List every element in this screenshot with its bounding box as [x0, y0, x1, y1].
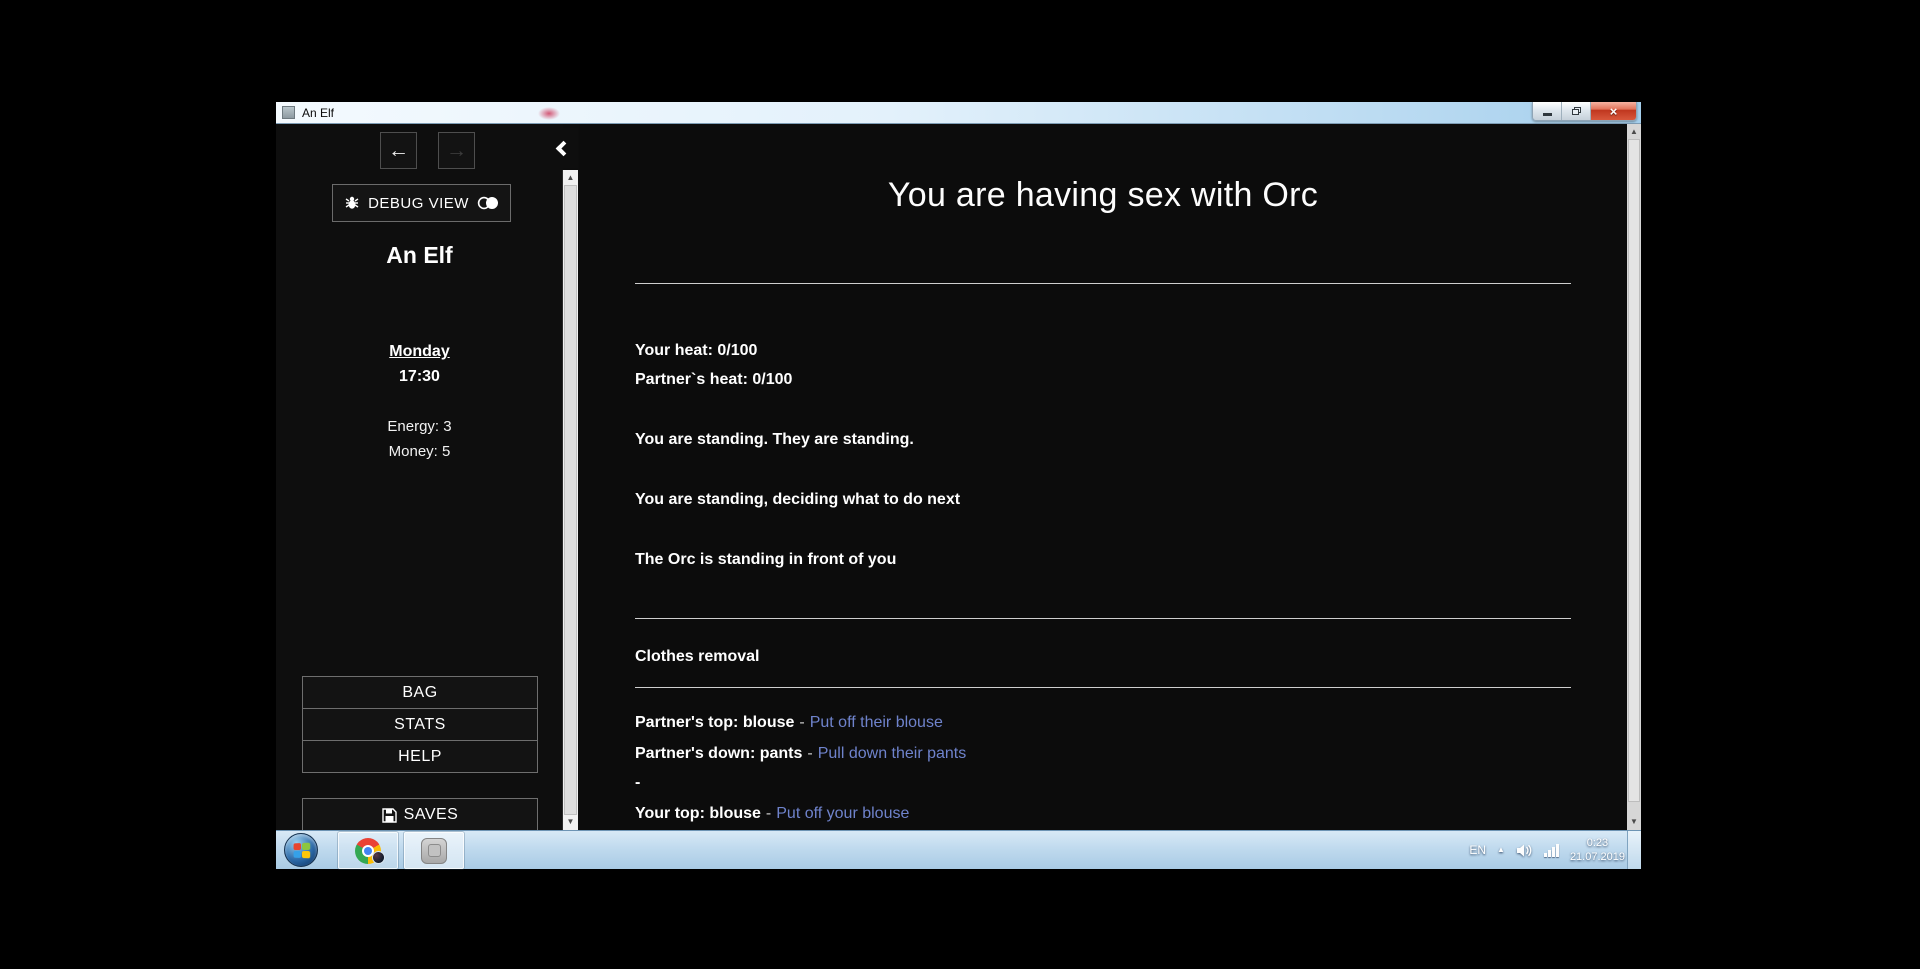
taskbar-app-button[interactable]: [404, 832, 464, 869]
app-window: An Elf × ← →: [276, 102, 1641, 869]
bag-button-label: BAG: [402, 684, 437, 702]
partner-position-line: The Orc is standing in front of you: [635, 551, 1571, 569]
action-link[interactable]: Put off your blouse: [776, 805, 909, 822]
app-icon: [421, 838, 447, 864]
show-desktop-button[interactable]: [1627, 831, 1641, 869]
minimize-button[interactable]: [1533, 102, 1562, 120]
saves-button-label: SAVES: [404, 806, 459, 824]
volume-icon[interactable]: [1516, 843, 1533, 858]
section-title: Clothes removal: [635, 648, 1571, 666]
close-icon: ×: [1610, 105, 1618, 118]
action-label: -: [635, 774, 640, 791]
action-row: Your top: blouse-Put off your blouse: [635, 805, 1571, 823]
sidebar-scrollbar-thumb[interactable]: [564, 185, 577, 815]
debug-view-label: DEBUG VIEW: [368, 195, 469, 212]
game-day: Monday: [276, 343, 563, 361]
heat-line-partner: Partner`s heat: 0/100: [635, 371, 1571, 389]
energy-stat: Energy: 3: [276, 418, 563, 435]
scroll-down-icon[interactable]: ▼: [1627, 815, 1641, 829]
toggle-icon: [477, 196, 499, 210]
close-button[interactable]: ×: [1591, 102, 1636, 120]
action-separator: -: [807, 745, 812, 762]
clock-date: 21.07.2019: [1570, 851, 1625, 863]
collapse-sidebar-button[interactable]: [544, 128, 578, 168]
money-stat: Money: 5: [276, 443, 563, 460]
main-scrollbar[interactable]: ▲ ▼: [1627, 124, 1641, 830]
sidebar-scrollbar[interactable]: ▲ ▼: [562, 170, 578, 830]
minimize-icon: [1543, 113, 1552, 116]
clock-time: 0:23: [1587, 837, 1608, 849]
start-button[interactable]: [284, 833, 318, 867]
stats-button[interactable]: STATS: [302, 708, 538, 741]
action-separator: -: [766, 805, 771, 822]
wallpaper-smudge: [538, 107, 560, 120]
main-content: You are having sex with Orc Your heat: 0…: [579, 124, 1627, 830]
window-controls: ×: [1532, 102, 1637, 121]
chevron-left-icon: [555, 140, 571, 156]
divider: [635, 283, 1571, 284]
forward-arrow-icon: →: [446, 140, 467, 161]
game-viewport: ← → DEBUG VIEW: [276, 124, 1641, 830]
chrome-badge-icon: [372, 851, 385, 864]
bug-icon: [344, 195, 360, 211]
restore-icon: [1572, 107, 1581, 115]
scene-title: You are having sex with Orc: [579, 176, 1627, 215]
bag-button[interactable]: BAG: [302, 676, 538, 709]
restore-button[interactable]: [1562, 102, 1591, 120]
history-forward-button[interactable]: →: [438, 132, 475, 169]
action-label: Your top: blouse: [635, 805, 761, 822]
action-link[interactable]: Pull down their pants: [818, 745, 967, 762]
scroll-up-icon[interactable]: ▲: [563, 171, 578, 185]
hidden-icons-button[interactable]: ▲: [1497, 846, 1505, 854]
action-label: Partner's down: pants: [635, 745, 802, 762]
sidebar: ← → DEBUG VIEW: [276, 124, 563, 830]
action-row: -: [635, 774, 1571, 792]
taskbar-clock[interactable]: 0:23 21.07.2019: [1570, 836, 1625, 864]
history-back-button[interactable]: ←: [380, 132, 417, 169]
window-title: An Elf: [302, 106, 334, 120]
action-link[interactable]: Put off their blouse: [810, 714, 943, 731]
taskbar-chrome-button[interactable]: [338, 832, 398, 869]
stats-button-label: STATS: [394, 716, 446, 734]
letterbox-background: An Elf × ← →: [0, 0, 1920, 969]
action-row: Partner's down: pants-Pull down their pa…: [635, 745, 1571, 763]
windows-logo-icon: [293, 842, 310, 858]
window-titlebar[interactable]: An Elf ×: [276, 102, 1641, 124]
back-arrow-icon: ←: [388, 140, 409, 161]
debug-view-button[interactable]: DEBUG VIEW: [332, 184, 511, 222]
game-time: 17:30: [276, 368, 563, 386]
action-label: Partner's top: blouse: [635, 714, 794, 731]
divider: [635, 618, 1571, 619]
divider: [635, 687, 1571, 688]
help-button[interactable]: HELP: [302, 740, 538, 773]
game-title: An Elf: [276, 242, 563, 269]
stance-line: You are standing. They are standing.: [635, 431, 1571, 449]
scroll-down-icon[interactable]: ▼: [563, 815, 578, 829]
scroll-up-icon[interactable]: ▲: [1627, 125, 1641, 139]
language-indicator[interactable]: EN: [1469, 843, 1486, 857]
saves-button[interactable]: SAVES: [302, 798, 538, 830]
action-separator: -: [799, 714, 804, 731]
network-signal-icon[interactable]: [1544, 843, 1559, 857]
window-app-icon: [282, 106, 295, 119]
floppy-disk-icon: [382, 808, 397, 823]
heat-line-you: Your heat: 0/100: [635, 342, 1571, 360]
system-tray: EN ▲ 0:23 21.07.2019: [1469, 831, 1625, 869]
main-scrollbar-thumb[interactable]: [1628, 139, 1640, 802]
action-row: Partner's top: blouse-Put off their blou…: [635, 714, 1571, 732]
help-button-label: HELP: [398, 748, 442, 766]
status-line: You are standing, deciding what to do ne…: [635, 491, 1571, 509]
taskbar: EN ▲ 0:23 21.07.2019: [276, 830, 1641, 869]
